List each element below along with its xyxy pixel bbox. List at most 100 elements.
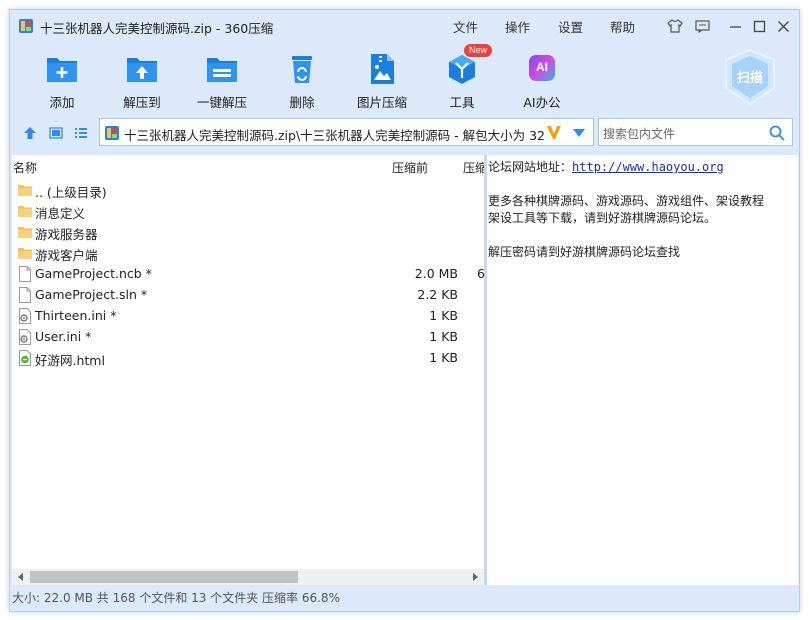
search-icon[interactable] <box>769 125 785 141</box>
ai-icon-text: AI <box>536 60 548 74</box>
maximize-button[interactable] <box>750 17 768 35</box>
image-compress-label: 图片压缩 <box>356 95 407 110</box>
address-path: 十三张机器人完美控制源码.zip\十三张机器人完美控制源码 - 解包大小为 32… <box>124 128 544 143</box>
ai-office-label: AI办公 <box>523 95 561 110</box>
table-row[interactable]: User.ini * 1 KB <box>12 326 484 347</box>
ai-office-icon: AI <box>524 52 560 86</box>
scan-button[interactable]: 扫描 <box>722 48 778 106</box>
file-name: 游戏客户端 <box>35 248 98 263</box>
add-label: 添加 <box>49 95 75 110</box>
tools-button[interactable]: New 工具 <box>422 44 502 111</box>
scan-label: 扫描 <box>736 71 763 86</box>
table-row[interactable]: GameProject.ncb * 2.0 MB 6 <box>12 263 484 284</box>
table-row[interactable]: GameProject.sln * 2.2 KB <box>12 284 484 305</box>
horizontal-scrollbar[interactable] <box>12 569 484 585</box>
menu-help[interactable]: 帮助 <box>610 17 635 36</box>
thumbnail-view-icon <box>49 127 63 139</box>
folder-icon <box>18 245 32 261</box>
scroll-left-icon[interactable] <box>16 572 26 582</box>
forum-link[interactable]: http://www.haoyou.org <box>572 160 724 174</box>
list-view-button[interactable] <box>72 124 90 142</box>
comment-line-2: 更多各种棋牌源码、游戏源码、游戏组件、架设教程 <box>488 194 765 208</box>
recycle-bin-icon <box>284 52 320 86</box>
file-size: 2.0 MB <box>414 266 458 281</box>
file-size: 2.2 KB <box>417 287 458 302</box>
one-click-extract-button[interactable]: 一键解压 <box>182 52 262 111</box>
scroll-right-icon[interactable] <box>470 572 480 582</box>
new-badge: New <box>464 44 493 57</box>
html-file-icon <box>18 350 32 366</box>
extract-to-label: 解压到 <box>123 95 161 110</box>
table-row[interactable]: 游戏客户端 <box>12 242 484 263</box>
file-name: GameProject.ncb * <box>35 266 152 281</box>
up-level-button[interactable] <box>21 124 39 142</box>
skin-tshirt-icon[interactable] <box>666 17 684 35</box>
add-button[interactable]: 添加 <box>22 52 102 111</box>
settings-file-icon <box>18 329 32 345</box>
ai-office-button[interactable]: AI AI办公 <box>502 52 582 111</box>
file-name: 游戏服务器 <box>35 227 98 242</box>
add-folder-icon <box>44 52 80 86</box>
file-size: 1 KB <box>429 350 458 365</box>
zip-archive-icon <box>105 126 119 140</box>
menu-file[interactable]: 文件 <box>453 17 478 36</box>
title-bar[interactable]: 十三张机器人完美控制源码.zip - 360压缩 文件 操作 设置 帮助 <box>10 10 799 42</box>
menu-operation[interactable]: 操作 <box>505 17 530 36</box>
tools-label: 工具 <box>449 95 475 110</box>
extract-to-icon <box>124 52 160 86</box>
comment-line-4: 解压密码请到好游棋牌源码论坛查找 <box>488 245 681 259</box>
close-button[interactable] <box>774 17 792 35</box>
forum-label: 论坛网站地址： <box>488 160 573 174</box>
file-name: GameProject.sln * <box>35 287 148 302</box>
file-compressed-size: 6 <box>477 266 484 281</box>
status-bar: 大小: 22.0 MB 共 168 个文件和 13 个文件夹 压缩率 66.8% <box>12 591 340 605</box>
main-window: 十三张机器人完美控制源码.zip - 360压缩 文件 操作 设置 帮助 添加 <box>9 9 800 612</box>
search-placeholder: 搜索包内文件 <box>603 127 676 141</box>
chevron-down-icon[interactable] <box>572 128 586 138</box>
file-icon <box>18 266 32 282</box>
thumbnail-view-button[interactable] <box>47 124 65 142</box>
feedback-icon[interactable] <box>693 17 711 35</box>
column-compressed[interactable]: 压缩 <box>463 159 484 176</box>
file-name: User.ini * <box>35 329 92 344</box>
folder-icon <box>18 182 32 198</box>
scrollbar-thumb[interactable] <box>30 571 298 583</box>
archive-comment-panel: 论坛网站地址：http://www.haoyou.org 更多各种棋牌源码、游戏… <box>487 155 798 585</box>
table-row[interactable]: 好游网.html 1 KB <box>12 347 484 368</box>
extract-to-button[interactable]: 解压到 <box>102 52 182 111</box>
search-box[interactable]: 搜索包内文件 <box>598 118 793 146</box>
window-title: 十三张机器人完美控制源码.zip - 360压缩 <box>40 21 274 36</box>
one-click-extract-label: 一键解压 <box>196 95 247 110</box>
comment-line-3: 架设工具等下载，请到好游棋牌源码论坛。 <box>488 211 717 225</box>
column-name[interactable]: 名称 <box>13 159 37 176</box>
folder-icon <box>18 203 32 219</box>
settings-file-icon <box>18 308 32 324</box>
image-compress-icon <box>364 52 400 86</box>
delete-label: 删除 <box>289 95 315 110</box>
file-name: 好游网.html <box>35 353 105 368</box>
list-view-icon <box>75 128 87 138</box>
archive-comment: 论坛网站地址：http://www.haoyou.org 更多各种棋牌源码、游戏… <box>487 159 764 261</box>
tools-cube-icon: New <box>444 44 493 86</box>
file-list[interactable]: 名称 压缩前 压缩 .. (上级目录)消息定义游戏服务器游戏客户端GamePro… <box>12 155 484 585</box>
file-name: .. (上级目录) <box>35 185 107 200</box>
file-name: 消息定义 <box>35 206 86 221</box>
column-size[interactable]: 压缩前 <box>392 159 428 176</box>
table-row[interactable]: 消息定义 <box>12 200 484 221</box>
file-icon <box>18 287 32 303</box>
image-compress-button[interactable]: 图片压缩 <box>342 52 422 111</box>
address-bar[interactable]: 十三张机器人完美控制源码.zip\十三张机器人完美控制源码 - 解包大小为 32… <box>99 118 594 146</box>
delete-button[interactable]: 删除 <box>262 52 342 111</box>
table-row[interactable]: Thirteen.ini * 1 KB <box>12 305 484 326</box>
one-click-extract-icon <box>204 52 240 86</box>
file-size: 1 KB <box>429 329 458 344</box>
file-name: Thirteen.ini * <box>35 308 117 323</box>
verified-v-icon <box>547 126 561 139</box>
arrow-up-icon <box>24 127 36 139</box>
minimize-button[interactable] <box>726 17 744 35</box>
table-row[interactable]: 游戏服务器 <box>12 221 484 242</box>
table-row[interactable]: .. (上级目录) <box>12 179 484 200</box>
menu-settings[interactable]: 设置 <box>558 17 583 36</box>
zip-app-icon <box>19 19 33 33</box>
folder-icon <box>18 224 32 240</box>
